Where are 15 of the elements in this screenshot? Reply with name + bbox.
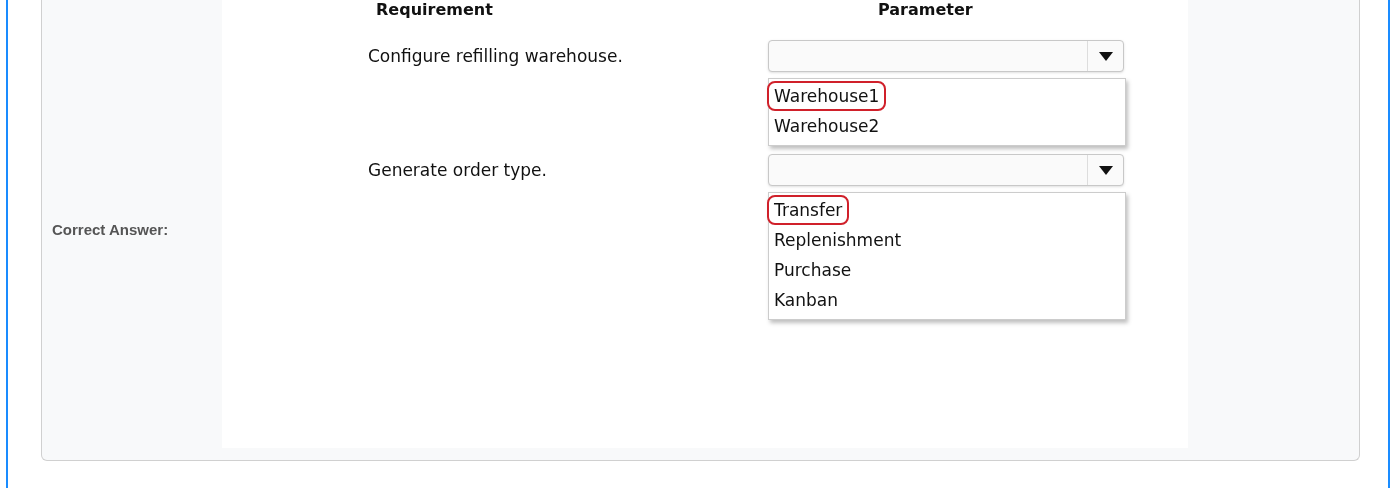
dropdown-option[interactable]: Transfer [767, 195, 850, 225]
answer-label: Correct Answer: [52, 219, 169, 240]
requirement-label: Configure refilling warehouse. [368, 46, 623, 66]
dropdown-option[interactable]: Warehouse2 [767, 111, 887, 141]
caret-icon [1098, 51, 1113, 61]
column-header: Requirement [375, 0, 494, 21]
caret-icon [1098, 165, 1113, 175]
dropdown-option[interactable]: Replenishment [767, 225, 909, 255]
requirement-label: Generate order type. [368, 160, 547, 180]
dropdown-option[interactable]: Warehouse1 [767, 81, 887, 111]
dropdown-option[interactable]: Kanban [767, 285, 846, 315]
dropdown[interactable] [768, 40, 1124, 72]
column-header: Parameter [877, 0, 974, 21]
dropdown[interactable] [768, 154, 1124, 186]
dropdown-option[interactable]: Purchase [767, 255, 859, 285]
